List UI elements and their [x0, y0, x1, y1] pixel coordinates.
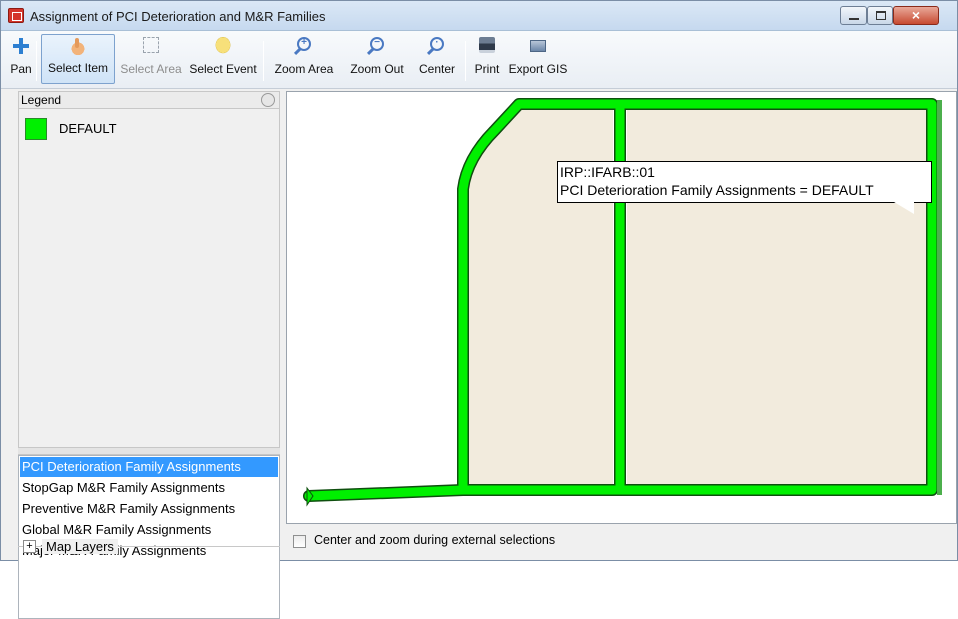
select-area-icon [143, 37, 159, 53]
minimize-icon [849, 18, 859, 20]
center-label: Center [418, 62, 456, 76]
toolbar-separator [36, 41, 37, 81]
zoom-out-glyph: − [374, 37, 380, 48]
tooltip-tail [894, 202, 914, 214]
tooltip-id: IRP::IFARB::01 [560, 164, 655, 180]
panel-splitter[interactable] [18, 447, 280, 455]
maximize-icon [876, 11, 886, 20]
layer-item-stopgap[interactable]: StopGap M&R Family Assignments [20, 478, 278, 498]
zoom-in-glyph: + [301, 37, 307, 48]
window-title: Assignment of PCI Deterioration and M&R … [30, 9, 326, 24]
toolbar-separator [263, 41, 264, 81]
zoom-out-label: Zoom Out [350, 62, 404, 76]
center-button[interactable]: · Center [413, 34, 461, 84]
left-panel: Legend DEFAULT PCI Deterioration Family … [18, 91, 280, 619]
printer-icon [479, 37, 495, 53]
pan-button[interactable]: Pan [9, 34, 33, 84]
maximize-button[interactable] [867, 6, 893, 25]
export-gis-button[interactable]: Export GIS [507, 34, 569, 84]
title-bar: Assignment of PCI Deterioration and M&R … [1, 1, 957, 31]
legend-swatch [25, 118, 47, 140]
zoom-area-button[interactable]: + Zoom Area [269, 34, 339, 84]
select-area-label: Select Area [120, 62, 182, 76]
layer-item-preventive[interactable]: Preventive M&R Family Assignments [20, 499, 278, 519]
status-bar: Center and zoom during external selectio… [286, 526, 957, 558]
expand-icon[interactable]: + [23, 540, 36, 553]
map-drawing [303, 98, 942, 507]
map-layers-label: Map Layers [42, 539, 118, 554]
legend-item-label: DEFAULT [59, 121, 117, 136]
export-icon [530, 40, 546, 52]
pan-icon [12, 37, 30, 55]
zoom-out-icon: − [370, 37, 384, 51]
zoom-center-icon: · [430, 37, 444, 51]
hand-pointer-icon [69, 38, 87, 56]
minimize-button[interactable] [840, 6, 867, 25]
select-item-button[interactable]: Select Item [41, 34, 115, 84]
print-label: Print [474, 62, 500, 76]
toolbar-separator [465, 41, 466, 81]
map-tooltip: IRP::IFARB::01 PCI Deterioration Family … [557, 161, 932, 203]
pan-label: Pan [10, 62, 32, 76]
map-layers-group: + Map Layers [18, 537, 280, 555]
center-glyph: · [435, 37, 439, 48]
select-event-label: Select Event [189, 62, 257, 76]
map-canvas[interactable]: IRP::IFARB::01 PCI Deterioration Family … [286, 91, 957, 524]
select-area-button[interactable]: Select Area [118, 34, 184, 84]
close-button[interactable]: × [893, 6, 939, 25]
app-icon [8, 8, 24, 23]
road-segment-east [937, 100, 942, 495]
center-zoom-checkbox[interactable] [293, 535, 306, 548]
toolbar: Pan Select Item Select Area Select Event… [1, 31, 957, 89]
center-zoom-label: Center and zoom during external selectio… [314, 533, 556, 547]
layer-item-pci-deterioration[interactable]: PCI Deterioration Family Assignments [20, 457, 278, 477]
legend-title: Legend [21, 93, 62, 107]
legend-header: Legend [18, 91, 280, 109]
select-event-button[interactable]: Select Event [187, 34, 259, 84]
legend-panel: DEFAULT [18, 109, 280, 447]
select-item-label: Select Item [47, 61, 109, 75]
zoom-area-label: Zoom Area [274, 62, 334, 76]
export-gis-label: Export GIS [508, 62, 568, 76]
close-icon: × [911, 7, 921, 23]
pin-icon[interactable] [261, 93, 275, 107]
app-window: Assignment of PCI Deterioration and M&R … [0, 0, 958, 619]
tooltip-value: PCI Deterioration Family Assignments = D… [560, 182, 874, 198]
zoom-out-button[interactable]: − Zoom Out [344, 34, 410, 84]
speech-bubble-icon [214, 37, 232, 55]
zoom-in-icon: + [297, 37, 311, 51]
print-button[interactable]: Print [470, 34, 504, 84]
